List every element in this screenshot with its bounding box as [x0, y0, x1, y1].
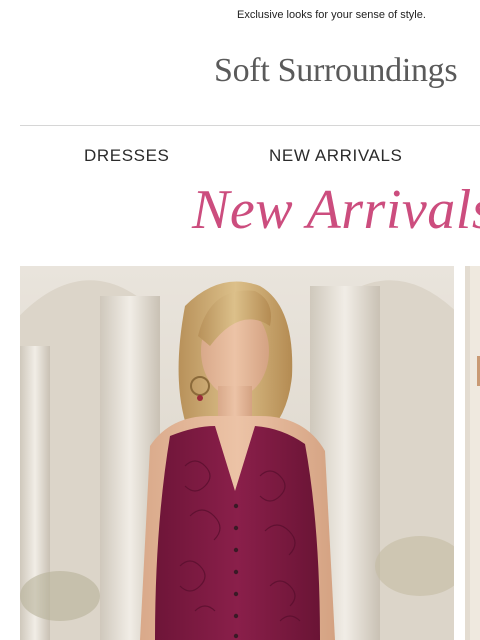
brand-logo[interactable]: Soft Surroundings [214, 52, 458, 90]
section-headline: New Arrivals [192, 179, 480, 241]
nav-item-dresses[interactable]: DRESSES [84, 146, 169, 166]
model-photo [20, 266, 454, 640]
second-photo [465, 266, 480, 640]
preheader-text: Exclusive looks for your sense of style. [237, 9, 426, 21]
header-divider [20, 125, 480, 126]
hero-product-image[interactable] [20, 266, 454, 640]
nav-item-new-arrivals[interactable]: NEW ARRIVALS [269, 146, 402, 166]
preheader: Exclusive looks for your sense of style. [0, 9, 480, 25]
second-product-image[interactable] [465, 266, 480, 640]
